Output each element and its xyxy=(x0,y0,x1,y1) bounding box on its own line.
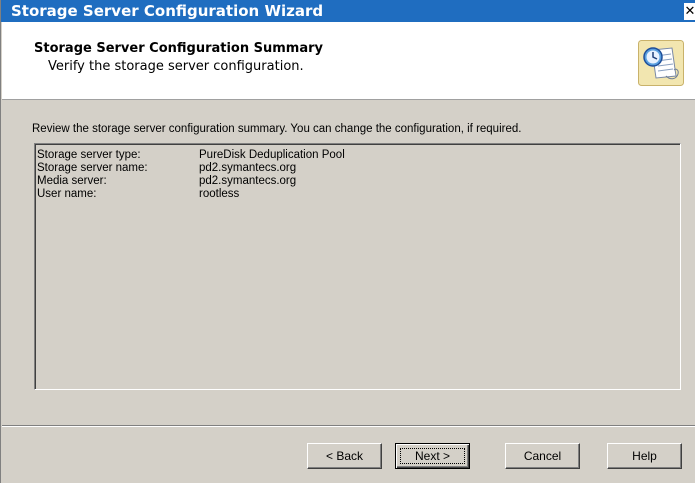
wizard-window: Storage Server Configuration Wizard ✕ St… xyxy=(0,0,695,483)
back-button[interactable]: < Back xyxy=(307,443,382,469)
next-button[interactable]: Next > xyxy=(395,443,470,469)
summary-value: pd2.symantecs.org xyxy=(199,175,297,187)
summary-panel: Storage server type: PureDisk Deduplicat… xyxy=(34,143,681,390)
window-title: Storage Server Configuration Wizard xyxy=(11,2,324,20)
close-icon: ✕ xyxy=(684,4,695,19)
button-area-divider xyxy=(2,425,695,427)
summary-label: Storage server type: xyxy=(37,149,141,161)
cancel-button[interactable]: Cancel xyxy=(505,443,580,469)
summary-list: Storage server type: PureDisk Deduplicat… xyxy=(35,144,680,389)
summary-value: pd2.symantecs.org xyxy=(199,162,297,174)
help-button-label: Help xyxy=(632,449,657,463)
page-title: Storage Server Configuration Summary xyxy=(34,41,324,56)
summary-value: rootless xyxy=(199,188,240,200)
title-bar[interactable]: Storage Server Configuration Wizard ✕ xyxy=(1,0,695,22)
summary-value: PureDisk Deduplication Pool xyxy=(199,149,345,161)
page-subtitle: Verify the storage server configuration. xyxy=(48,59,304,74)
summary-label: Media server: xyxy=(37,175,107,187)
wizard-document-clock-icon xyxy=(638,40,684,86)
next-button-label: Next > xyxy=(414,449,450,463)
cancel-button-label: Cancel xyxy=(523,449,562,463)
summary-label: User name: xyxy=(37,188,97,200)
summary-label: Storage server name: xyxy=(37,162,148,174)
close-button[interactable]: ✕ xyxy=(684,3,695,20)
help-button[interactable]: Help xyxy=(607,443,682,469)
instructions-text: Review the storage server configuration … xyxy=(32,123,522,135)
wizard-header: Storage Server Configuration Summary Ver… xyxy=(2,22,695,100)
back-button-label: < Back xyxy=(325,449,364,463)
